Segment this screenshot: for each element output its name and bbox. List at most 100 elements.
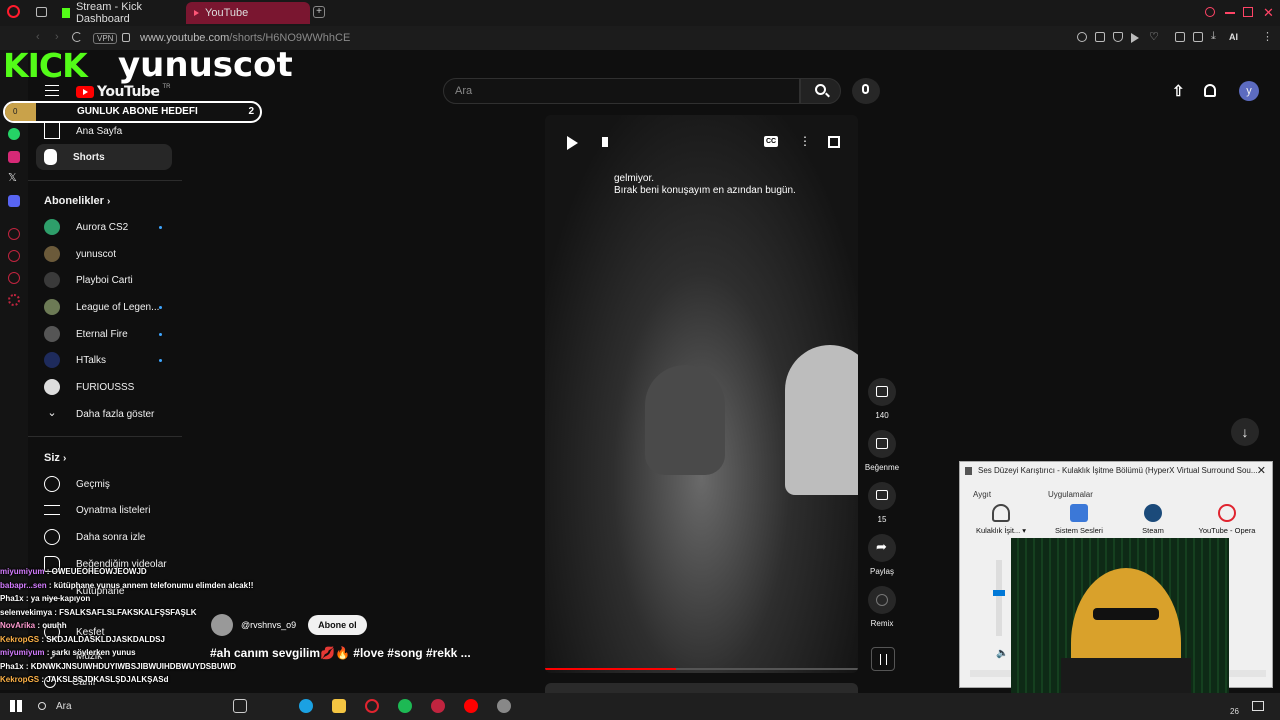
url-field[interactable]: www.youtube.com/shorts/H6NO9WWhhCE [140, 32, 350, 44]
subscription-label: FURIOUSSS [76, 381, 135, 393]
new-tab-button[interactable]: + [313, 6, 325, 18]
messenger-icon[interactable] [8, 228, 20, 240]
app-icon[interactable] [431, 699, 445, 713]
search-tabs-icon[interactable] [1205, 7, 1215, 17]
comments-button[interactable] [868, 482, 896, 510]
tab-overview-icon[interactable] [36, 7, 47, 17]
like-button[interactable] [868, 378, 896, 406]
task-view-icon[interactable] [233, 699, 247, 713]
subscription-item[interactable]: Aurora CS2 [36, 214, 172, 240]
sidebar-item-history[interactable]: Geçmiş [36, 471, 172, 497]
tab-kick-dashboard[interactable]: Stream - Kick Dashboard [54, 1, 182, 25]
tab-youtube[interactable]: YouTube [186, 2, 310, 24]
next-short-thumbnail [545, 683, 858, 693]
subscription-item[interactable]: HTalks [36, 347, 172, 373]
discord-icon[interactable] [8, 195, 20, 207]
channel-avatar [44, 219, 60, 235]
share-button[interactable]: ➦ [868, 534, 896, 562]
play-icon[interactable] [1131, 33, 1139, 43]
subscription-item[interactable]: Playboi Carti [36, 267, 172, 293]
shorts-video-player[interactable]: CC ⋮ gelmiyor. Bırak beni konuşayım en a… [545, 115, 858, 673]
hamburger-icon[interactable] [45, 85, 59, 96]
subscription-item[interactable]: League of Legen... [36, 294, 172, 320]
volume-slider-thumb[interactable] [993, 590, 1005, 596]
subscriptions-heading[interactable]: Abonelikler › [44, 195, 110, 207]
edge-icon[interactable] [299, 699, 313, 713]
forward-icon[interactable]: › [55, 31, 59, 43]
sidebar-item-playlists[interactable]: Oynatma listeleri [36, 497, 172, 523]
reload-icon[interactable] [72, 32, 82, 42]
volume-icon[interactable] [602, 137, 608, 147]
wallet-icon[interactable] [1193, 32, 1203, 42]
app-column-steam[interactable]: Steam [1118, 504, 1188, 535]
chat-text: : KDNWKJNSUIWHDUYIWBSJIBWUIHDBWUYDSBUWD [25, 661, 237, 671]
sidebar-item-shorts[interactable]: Shorts [36, 144, 172, 170]
search-input[interactable]: Ara [455, 85, 472, 97]
file-explorer-icon[interactable] [332, 699, 346, 713]
minimize-button[interactable] [1225, 12, 1235, 14]
remix-button[interactable] [868, 586, 896, 614]
more-menu-icon[interactable]: ⋮ [1262, 30, 1273, 43]
account-avatar[interactable]: y [1239, 81, 1259, 101]
device-column[interactable]: Kulaklık İşit... ▾ [966, 504, 1036, 535]
sound-wave-button[interactable] [871, 647, 895, 671]
app-column-system[interactable]: Sistem Sesleri [1044, 504, 1114, 535]
closed-captions-icon[interactable]: CC [764, 136, 778, 147]
fullscreen-icon[interactable] [828, 136, 840, 148]
device-volume-slider[interactable] [993, 560, 1005, 636]
history-icon[interactable] [8, 250, 20, 262]
caption-line: Bırak beni konuşayım en azından bugün. [614, 185, 796, 196]
clock-icon [44, 529, 60, 545]
notifications-icon[interactable] [1204, 84, 1216, 97]
youtube-logo[interactable]: YouTube TR [76, 84, 170, 100]
youtube-music-icon[interactable] [464, 699, 478, 713]
chat-username: miyumiyum [0, 648, 45, 657]
vpn-badge[interactable]: VPN [93, 33, 118, 44]
dislike-button[interactable] [868, 430, 896, 458]
maximize-button[interactable] [1243, 7, 1253, 17]
notification-center-icon[interactable] [1252, 701, 1264, 711]
app-column-opera[interactable]: YouTube - Opera [1192, 504, 1262, 535]
opera-icon[interactable] [365, 699, 379, 713]
subscription-item[interactable]: Eternal Fire [36, 321, 172, 347]
snapshot-icon[interactable] [1095, 32, 1105, 42]
subscription-item[interactable]: yunuscot [36, 241, 172, 267]
app-icon[interactable] [497, 699, 511, 713]
voice-search-button[interactable] [852, 78, 880, 104]
whatsapp-icon[interactable] [8, 128, 20, 140]
opera-menu-icon[interactable] [7, 5, 20, 18]
close-window-button[interactable]: ✕ [1263, 5, 1274, 21]
search-button[interactable] [800, 78, 841, 104]
heart-icon[interactable]: ♡ [1149, 30, 1159, 43]
shield-icon[interactable] [1113, 32, 1123, 42]
clock[interactable]: 26 [1230, 707, 1239, 716]
thumbs-up-icon [876, 386, 888, 397]
more-options-icon[interactable]: ⋮ [799, 134, 811, 148]
upload-icon[interactable]: ⇧ [1172, 82, 1185, 100]
download-icon[interactable]: ⤓ [1211, 30, 1216, 43]
show-more-button[interactable]: ⌄ Daha fazla göster [36, 401, 172, 427]
sidebar-item-label: Shorts [73, 151, 105, 163]
pinboard-icon[interactable] [8, 272, 20, 284]
next-short-button[interactable]: ↓ [1231, 418, 1259, 446]
speaker-icon[interactable]: 🔈 [996, 648, 1008, 659]
aria-icon[interactable]: AI [1229, 32, 1238, 42]
sidebar-item-watch-later[interactable]: Daha sonra izle [36, 524, 172, 550]
start-button[interactable] [10, 700, 22, 712]
settings-icon[interactable] [8, 294, 20, 306]
you-heading[interactable]: Siz › [44, 452, 66, 464]
video-progress-bar[interactable] [545, 668, 858, 670]
x-icon[interactable]: 𝕏 [8, 171, 17, 184]
pin-icon[interactable] [1077, 32, 1087, 42]
chat-message: miyumiyum : OWEUEOHEOWJEOWJD [0, 567, 330, 581]
comment-icon [876, 490, 888, 500]
back-icon[interactable]: ‹ [36, 31, 40, 43]
taskbar-search[interactable]: Ara [38, 698, 218, 714]
spotify-icon[interactable] [398, 699, 412, 713]
instagram-icon[interactable] [8, 151, 20, 163]
play-icon[interactable] [567, 136, 578, 150]
extensions-icon[interactable] [1175, 32, 1185, 42]
mixer-close-button[interactable]: ✕ [1257, 464, 1266, 477]
search-box[interactable]: Ara [443, 78, 800, 104]
subscription-item[interactable]: FURIOUSSS [36, 374, 172, 400]
